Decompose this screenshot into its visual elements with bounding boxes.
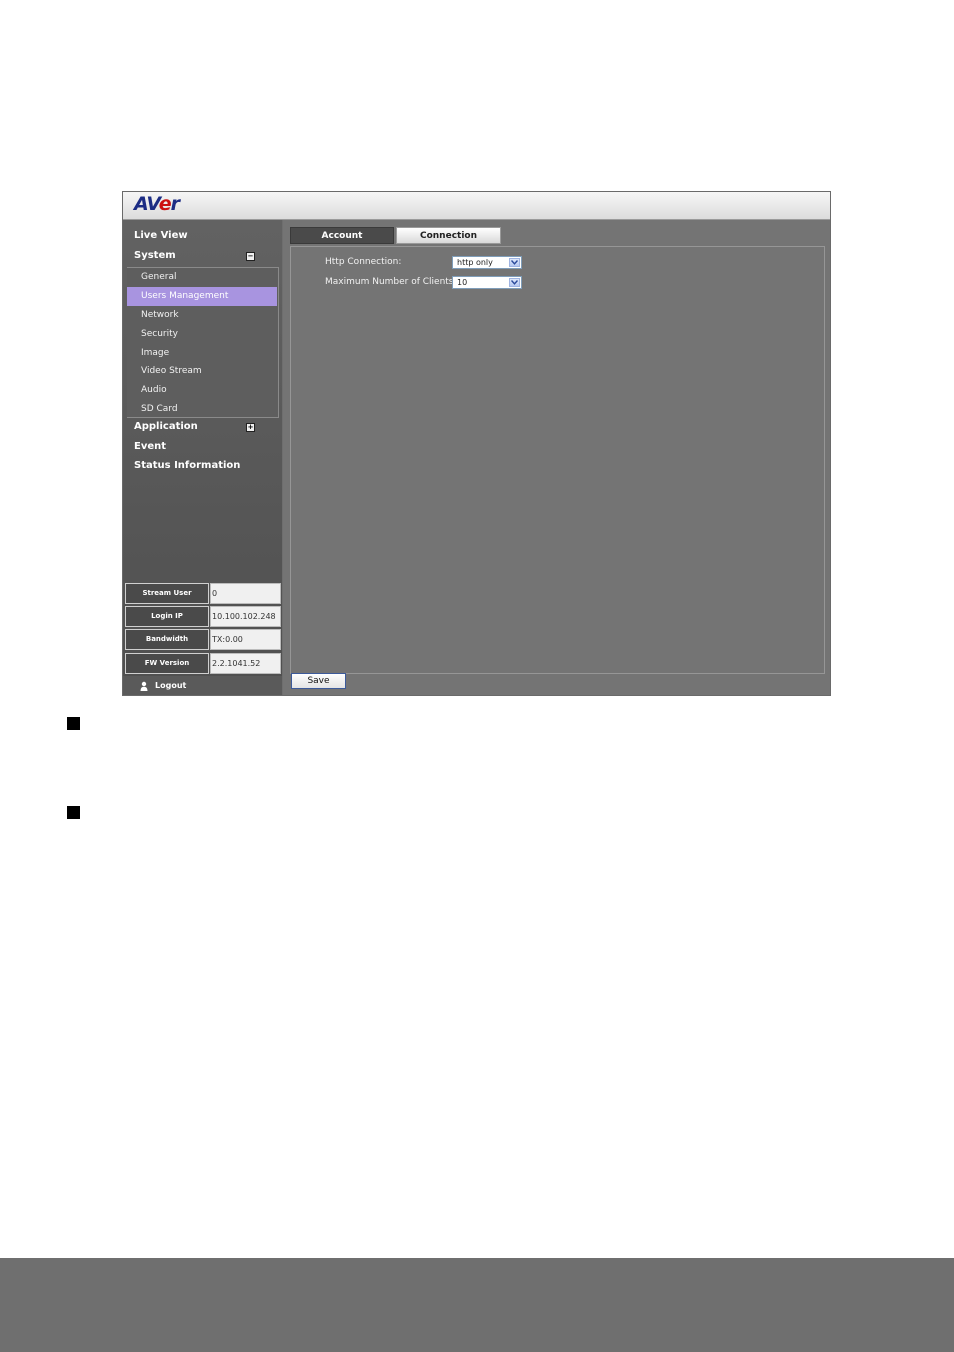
expand-icon[interactable]: + — [246, 423, 255, 432]
info-value: 0 — [210, 583, 281, 604]
max-clients-select[interactable]: 10 — [452, 276, 522, 289]
max-clients-label: Maximum Number of Clients: — [325, 277, 457, 287]
sidebar-item-image[interactable]: Image — [127, 344, 277, 363]
logout-label: Logout — [155, 681, 187, 690]
app-window: AVer Live View System − General Users Ma… — [122, 191, 831, 696]
chevron-down-icon[interactable] — [509, 278, 520, 287]
nav-event[interactable]: Event — [134, 441, 166, 452]
info-label: Stream User — [125, 583, 209, 604]
bullet-marker — [67, 806, 80, 819]
collapse-icon[interactable]: − — [246, 252, 255, 261]
connection-panel: Http Connection: http only Maximum Numbe… — [290, 246, 825, 674]
info-label: Login IP — [125, 606, 209, 627]
nav-application[interactable]: Application — [134, 421, 198, 432]
main-content: Account Connection Http Connection: http… — [283, 220, 830, 695]
info-value: 10.100.102.248 — [210, 606, 281, 627]
info-fw-version: FW Version 2.2.1041.52 — [125, 653, 281, 674]
header-bar: AVer — [123, 192, 830, 220]
sidebar: Live View System − General Users Managem… — [123, 220, 282, 695]
chevron-down-icon[interactable] — [509, 258, 520, 267]
tab-account[interactable]: Account — [290, 227, 394, 244]
bullet-marker — [67, 717, 80, 730]
info-bandwidth: Bandwidth TX:0.00 — [125, 629, 281, 650]
user-icon — [140, 681, 148, 691]
sidebar-item-sd-card[interactable]: SD Card — [127, 400, 277, 419]
sidebar-item-network[interactable]: Network — [127, 306, 277, 325]
select-value: 10 — [457, 278, 468, 287]
nav-system[interactable]: System — [134, 250, 176, 261]
tab-connection[interactable]: Connection — [396, 227, 501, 244]
info-value: TX:0.00 — [210, 629, 281, 650]
sidebar-item-security[interactable]: Security — [127, 325, 277, 344]
sidebar-item-users-management[interactable]: Users Management — [127, 287, 277, 306]
nav-live-view[interactable]: Live View — [134, 230, 188, 241]
nav-status-information[interactable]: Status Information — [134, 460, 240, 471]
http-connection-label: Http Connection: — [325, 257, 402, 267]
info-label: Bandwidth — [125, 629, 209, 650]
info-value: 2.2.1041.52 — [210, 653, 281, 674]
sidebar-item-audio[interactable]: Audio — [127, 381, 277, 400]
sidebar-item-video-stream[interactable]: Video Stream — [127, 362, 277, 381]
save-button[interactable]: Save — [291, 673, 346, 689]
select-value: http only — [457, 258, 493, 267]
info-label: FW Version — [125, 653, 209, 674]
sidebar-item-general[interactable]: General — [127, 268, 277, 287]
info-stream-user: Stream User 0 — [125, 583, 281, 604]
info-login-ip: Login IP 10.100.102.248 — [125, 606, 281, 627]
logout-button[interactable]: Logout — [123, 676, 282, 695]
system-submenu: General Users Management Network Securit… — [127, 267, 279, 418]
aver-logo: AVer — [134, 193, 180, 215]
page-footer — [0, 1258, 954, 1352]
http-connection-select[interactable]: http only — [452, 256, 522, 269]
